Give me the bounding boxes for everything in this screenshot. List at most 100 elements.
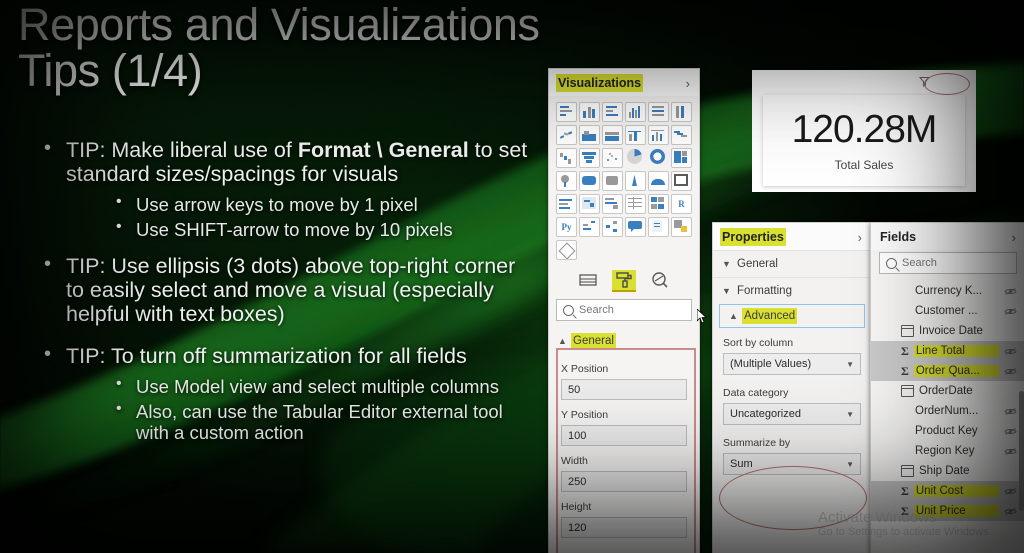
field-name: Customer ...	[915, 305, 978, 317]
card-label: Total Sales	[834, 157, 894, 172]
fields-tab[interactable]	[576, 270, 600, 290]
r-script-visual-icon[interactable]: R	[671, 194, 692, 214]
slide-canvas: Reports and Visualizations Tips (1/4) TI…	[0, 0, 1024, 553]
hidden-eye-icon[interactable]	[1004, 427, 1017, 436]
properties-section-advanced[interactable]: ▲ Advanced	[719, 304, 865, 328]
card-icon[interactable]	[579, 194, 600, 214]
100-stacked-column-chart-icon[interactable]	[671, 102, 692, 122]
properties-title: Properties	[722, 230, 784, 244]
summarize-by-annotation-circle	[719, 466, 867, 530]
search-input[interactable]: Search	[556, 299, 692, 321]
fields-search-input[interactable]: Search	[879, 252, 1017, 274]
format-tab[interactable]	[612, 270, 636, 290]
area-chart-icon[interactable]	[579, 125, 600, 145]
azure-map-icon[interactable]	[648, 171, 669, 191]
funnel-chart-icon[interactable]	[579, 148, 600, 168]
line-chart-icon[interactable]	[556, 125, 577, 145]
filled-map-icon[interactable]	[579, 171, 600, 191]
more-visuals-ellipsis-icon[interactable]: ellipsis-icon	[579, 240, 692, 260]
field-row[interactable]: Ship Date	[871, 461, 1024, 481]
stacked-area-chart-icon[interactable]	[602, 125, 623, 145]
gauge-icon[interactable]	[556, 194, 577, 214]
visualizations-search-wrap: Search	[549, 294, 699, 328]
field-row[interactable]: Σ Order Qua...	[871, 361, 1024, 381]
line-and-clustered-column-chart-icon[interactable]	[648, 125, 669, 145]
properties-section-formatting[interactable]: ▼ Formatting	[713, 277, 871, 304]
sigma-icon: Σ	[901, 363, 909, 378]
field-row[interactable]: Σ Unit Cost	[871, 481, 1024, 501]
field-row[interactable]: Σ Line Total	[871, 341, 1024, 361]
field-row[interactable]: OrderDate	[871, 381, 1024, 401]
chevron-right-icon[interactable]: ›	[686, 77, 690, 90]
visualizations-header: Visualizations ›	[549, 69, 699, 96]
clustered-bar-chart-icon[interactable]	[602, 102, 623, 122]
properties-section-general[interactable]: ▼ General	[713, 250, 871, 277]
field-name: Currency K...	[915, 285, 983, 297]
properties-section-advanced-label: Advanced	[744, 310, 796, 322]
shape-map-icon[interactable]	[602, 171, 623, 191]
card-visual-body[interactable]: 120.28M Total Sales	[763, 95, 965, 186]
stacked-bar-chart-icon[interactable]	[556, 102, 577, 122]
donut-chart-icon[interactable]	[648, 148, 667, 166]
field-row[interactable]: Currency K...	[871, 281, 1024, 301]
stacked-column-chart-icon[interactable]	[579, 102, 600, 122]
field-row[interactable]: OrderNum...	[871, 401, 1024, 421]
bullet-tip-format: TIP: Make liberal use of Format \ Genera…	[38, 137, 538, 186]
card-visual: ellipsis-icon 120.28M Total Sales	[752, 70, 976, 192]
bullet-shift-arrow: Use SHIFT-arrow to move by 10 pixels	[102, 218, 538, 241]
hidden-eye-icon[interactable]	[1004, 507, 1017, 516]
paginated-report-icon[interactable]	[671, 171, 692, 191]
hidden-eye-icon[interactable]	[1004, 447, 1017, 456]
pie-chart-icon[interactable]	[625, 148, 644, 166]
hidden-eye-icon[interactable]	[1004, 307, 1017, 316]
field-row[interactable]: Region Key	[871, 441, 1024, 461]
field-row[interactable]: Σ Unit Price	[871, 501, 1024, 521]
summarize-by-dropdown[interactable]: Sum ▼	[723, 453, 861, 475]
properties-panel: Properties › ▼ General ▼ Formatting ▲ Ad…	[712, 222, 872, 553]
properties-header: Properties ›	[713, 223, 871, 250]
get-more-visuals-icon[interactable]	[671, 217, 692, 237]
field-row[interactable]: Invoice Date	[871, 321, 1024, 341]
sort-by-column-label: Sort by column	[723, 337, 794, 349]
sort-by-column-value: (Multiple Values)	[730, 358, 812, 370]
python-visual-icon[interactable]: Py	[556, 217, 577, 237]
bullet-tabular-editor: Also, can use the Tabular Editor externa…	[102, 400, 538, 444]
field-row[interactable]: Customer ...	[871, 301, 1024, 321]
sort-by-column-dropdown[interactable]: (Multiple Values) ▼	[723, 353, 861, 375]
table-icon[interactable]	[625, 194, 646, 214]
map-icon[interactable]	[556, 171, 577, 191]
treemap-icon[interactable]	[671, 148, 692, 168]
arcgis-map-icon[interactable]	[625, 171, 646, 191]
100-stacked-bar-chart-icon[interactable]	[648, 102, 669, 122]
hidden-eye-icon[interactable]	[1004, 487, 1017, 496]
clustered-column-chart-icon[interactable]	[625, 102, 646, 122]
chevron-right-icon[interactable]: ›	[1012, 231, 1016, 244]
chevron-right-icon[interactable]: ›	[858, 231, 862, 244]
search-placeholder: Search	[579, 304, 614, 316]
field-row[interactable]: Product Key	[871, 421, 1024, 441]
advanced-row: ▲ Advanced	[720, 305, 864, 327]
decomposition-tree-icon[interactable]	[602, 217, 623, 237]
bullet-list: TIP: Make liberal use of Format \ Genera…	[38, 137, 538, 448]
line-and-stacked-column-chart-icon[interactable]	[625, 125, 646, 145]
kpi-icon[interactable]	[602, 194, 623, 214]
field-name: OrderNum...	[915, 405, 979, 417]
fields-scrollbar[interactable]	[1019, 391, 1024, 511]
ribbon-chart-icon[interactable]	[671, 125, 692, 145]
fields-panel: Fields › Search Currency K... Customer ..…	[870, 222, 1024, 553]
data-category-dropdown[interactable]: Uncategorized ▼	[723, 403, 861, 425]
analytics-tab[interactable]	[648, 270, 672, 290]
hidden-eye-icon[interactable]	[1004, 287, 1017, 296]
power-apps-visual-icon[interactable]	[556, 240, 577, 260]
waterfall-chart-icon[interactable]	[556, 148, 577, 168]
hidden-eye-icon[interactable]	[1004, 367, 1017, 376]
scatter-chart-icon[interactable]	[602, 148, 623, 168]
smart-narrative-icon[interactable]	[648, 217, 669, 237]
data-category-value: Uncategorized	[730, 408, 801, 420]
qna-visual-icon[interactable]	[625, 217, 646, 237]
hidden-eye-icon[interactable]	[1004, 407, 1017, 416]
key-influencers-icon[interactable]	[579, 217, 600, 237]
field-name: OrderDate	[919, 385, 973, 397]
matrix-icon[interactable]	[648, 194, 669, 214]
hidden-eye-icon[interactable]	[1004, 347, 1017, 356]
